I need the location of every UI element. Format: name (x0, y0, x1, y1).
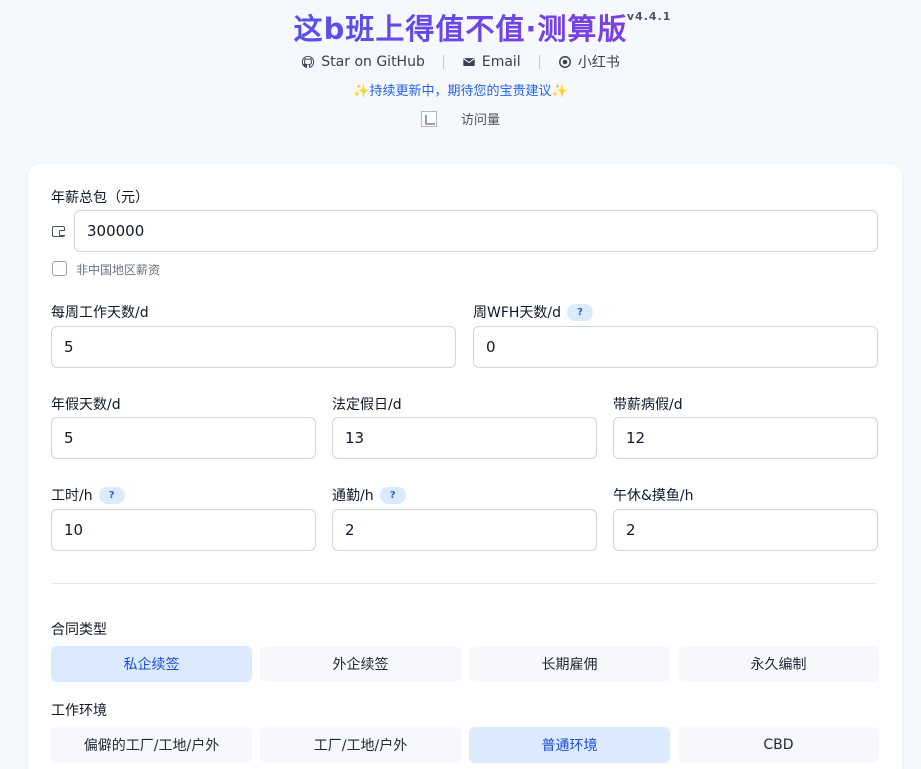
contract-option-label: 永久编制 (750, 657, 807, 673)
sick-leave-input[interactable]: 12 (613, 417, 878, 459)
github-icon (302, 55, 315, 68)
environment-option-normal[interactable]: 普通环境 (469, 727, 670, 763)
environment-option-label: 偏僻的工厂/工地/户外 (83, 738, 220, 754)
contract-option-long-term[interactable]: 长期雇佣 (469, 646, 670, 682)
annual-leave-input-value: 5 (64, 429, 74, 447)
environment-option-label: 普通环境 (541, 738, 598, 754)
sparkle-icon: ✨ (551, 84, 568, 99)
link-divider (442, 55, 444, 69)
email-link[interactable]: Email (452, 54, 531, 70)
work-days-input[interactable]: 5 (51, 326, 456, 368)
work-days-input-value: 5 (64, 338, 74, 356)
rest-label: 午休&摸鱼/h (613, 485, 694, 505)
link-divider (538, 55, 540, 69)
environment-option-remote-factory[interactable]: 偏僻的工厂/工地/户外 (51, 727, 252, 763)
work-hours-help-icon[interactable]: ? (98, 486, 125, 504)
commute-help-icon[interactable]: ? (379, 486, 406, 504)
environment-option-label: CBD (763, 737, 794, 753)
rest-input-value: 2 (626, 521, 636, 539)
wallet-icon (52, 226, 65, 237)
xiaohongshu-link[interactable]: 小红书 (548, 52, 630, 72)
environment-option-label: 工厂/工地/户外 (313, 738, 408, 754)
annual-leave-label: 年假天数/d (51, 394, 121, 414)
wfh-days-input-value: 0 (486, 338, 496, 356)
work-days-label-text: 每周工作天数/d (51, 305, 149, 321)
page-title-text: 这b班上得值不值·测算版 (293, 12, 628, 46)
contract-option-permanent[interactable]: 永久编制 (678, 646, 879, 682)
work-hours-input[interactable]: 10 (51, 509, 316, 551)
xiaohongshu-icon (558, 56, 571, 68)
holidays-input-value: 13 (345, 429, 365, 447)
contract-type-label-text: 合同类型 (51, 622, 107, 638)
commute-input-value: 2 (345, 521, 355, 539)
wfh-days-input[interactable]: 0 (473, 326, 878, 368)
work-hours-label-text: 工时/h (51, 488, 93, 504)
mail-icon (463, 58, 475, 66)
work-hours-label: 工时/h ? (51, 485, 125, 505)
environment-option-cbd[interactable]: CBD (678, 727, 879, 763)
page-title: 这b班上得值不值·测算版 v4.4.1 (293, 6, 671, 48)
visit-counter-label: 访问量 (460, 113, 500, 128)
sparkle-icon: ✨ (353, 84, 370, 99)
non-china-checkbox[interactable] (52, 261, 67, 276)
contract-option-foreign[interactable]: 外企续签 (260, 646, 461, 682)
work-days-label: 每周工作天数/d (51, 302, 149, 322)
wfh-days-label-text: 周WFH天数/d (473, 305, 562, 321)
sick-leave-label: 带薪病假/d (613, 394, 683, 414)
update-notice: ✨持续更新中，期待您的宝贵建议✨ (0, 80, 921, 99)
environment-option-factory[interactable]: 工厂/工地/户外 (260, 727, 461, 763)
holidays-input[interactable]: 13 (332, 417, 597, 459)
github-link-label: Star on GitHub (321, 54, 425, 70)
non-china-checkbox-label: 非中国地区薪资 (76, 263, 161, 277)
section-divider (51, 583, 877, 584)
broken-image-icon (420, 110, 437, 127)
commute-label-text: 通勤/h (332, 488, 374, 504)
contract-option-private[interactable]: 私企续签 (51, 646, 252, 682)
contract-option-label: 长期雇佣 (541, 657, 598, 673)
sick-leave-label-text: 带薪病假/d (613, 397, 683, 413)
contract-option-label: 私企续签 (123, 657, 180, 673)
wfh-days-label: 周WFH天数/d ? (473, 302, 594, 322)
salary-input-value: 300000 (87, 222, 145, 240)
header-links: Star on GitHub Email 小红书 (0, 52, 921, 72)
work-hours-input-value: 10 (64, 521, 84, 539)
salary-input[interactable]: 300000 (74, 210, 878, 252)
update-notice-text: 持续更新中，期待您的宝贵建议 (369, 84, 552, 99)
holidays-label: 法定假日/d (332, 394, 402, 414)
calculator-form: 年薪总包（元） 300000 非中国地区薪资 每周工作天数/d 5 周WFH天数… (28, 164, 902, 769)
wfh-help-icon[interactable]: ? (567, 303, 594, 321)
version-badge: v4.4.1 (626, 10, 672, 23)
holidays-label-text: 法定假日/d (332, 397, 402, 413)
work-environment-label: 工作环境 (51, 700, 107, 720)
commute-label: 通勤/h ? (332, 485, 406, 505)
annual-leave-label-text: 年假天数/d (51, 397, 121, 413)
page-header: 这b班上得值不值·测算版 v4.4.1 Star on GitHub Email… (0, 0, 921, 150)
salary-label: 年薪总包（元） (51, 187, 149, 207)
sick-leave-input-value: 12 (626, 429, 646, 447)
xiaohongshu-link-label: 小红书 (577, 55, 620, 71)
annual-leave-input[interactable]: 5 (51, 417, 316, 459)
email-link-label: Email (481, 54, 521, 70)
work-environment-label-text: 工作环境 (51, 703, 107, 719)
rest-label-text: 午休&摸鱼/h (613, 488, 694, 504)
salary-label-text: 年薪总包（元） (51, 190, 149, 206)
commute-input[interactable]: 2 (332, 509, 597, 551)
rest-input[interactable]: 2 (613, 509, 878, 551)
github-link[interactable]: Star on GitHub (291, 54, 435, 70)
contract-type-label: 合同类型 (51, 619, 107, 639)
contract-option-label: 外企续签 (332, 657, 389, 673)
visit-counter: 访问量 (0, 109, 921, 128)
